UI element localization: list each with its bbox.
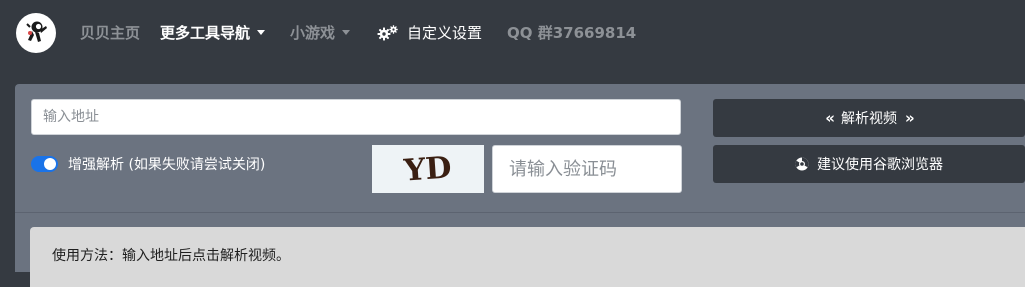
divider [15,212,1025,213]
nav-games-dropdown[interactable]: 小游戏 [290,22,351,44]
use-chrome-button[interactable]: 建议使用谷歌浏览器 [713,145,1025,183]
enhanced-parse-toggle[interactable] [31,156,58,172]
toggle-knob [44,158,56,170]
astronaut-logo-icon [26,21,47,42]
parser-panel: 增强解析 (如果失败请尝试关闭) YD « 解析视频 » 建议使用谷歌浏览器 使… [15,84,1025,287]
enhanced-parse-label: 增强解析 (如果失败请尝试关闭) [68,157,266,173]
nav-games-label: 小游戏 [290,24,336,42]
use-chrome-label: 建议使用谷歌浏览器 [817,157,943,173]
nav-settings-link[interactable]: 自定义设置 [377,22,482,44]
site-logo[interactable] [16,13,56,53]
double-right-chevron-icon: » [905,109,915,127]
nav-qq-group-link[interactable]: QQ 群37669814 [507,22,636,44]
url-input[interactable] [31,99,681,135]
nav-tools-label: 更多工具导航 [160,24,251,42]
usage-alert: 使用方法：输入地址后点击解析视频。 [30,227,1025,287]
caret-down-icon [342,30,351,35]
nav-tools-dropdown[interactable]: 更多工具导航 [160,22,266,44]
chrome-browser-icon [795,157,809,171]
gears-icon [377,25,398,41]
usage-text: 使用方法：输入地址后点击解析视频。 [52,248,290,264]
double-left-chevron-icon: « [825,109,835,127]
parse-video-button[interactable]: « 解析视频 » [713,99,1025,137]
parse-video-label: 解析视频 [841,111,897,127]
nav-settings-label: 自定义设置 [407,24,483,42]
captcha-text: YD [402,150,453,188]
captcha-image[interactable]: YD [372,145,484,193]
nav-home-link[interactable]: 贝贝主页 [80,22,140,44]
enhanced-parse-toggle-group: 增强解析 (如果失败请尝试关闭) [31,154,265,174]
captcha-glyphs: YD [402,150,453,188]
top-navbar: 贝贝主页 更多工具导航 小游戏 自定义设置 QQ 群37669814 [0,0,1025,68]
captcha-input[interactable] [492,145,682,193]
caret-down-icon [257,30,266,35]
